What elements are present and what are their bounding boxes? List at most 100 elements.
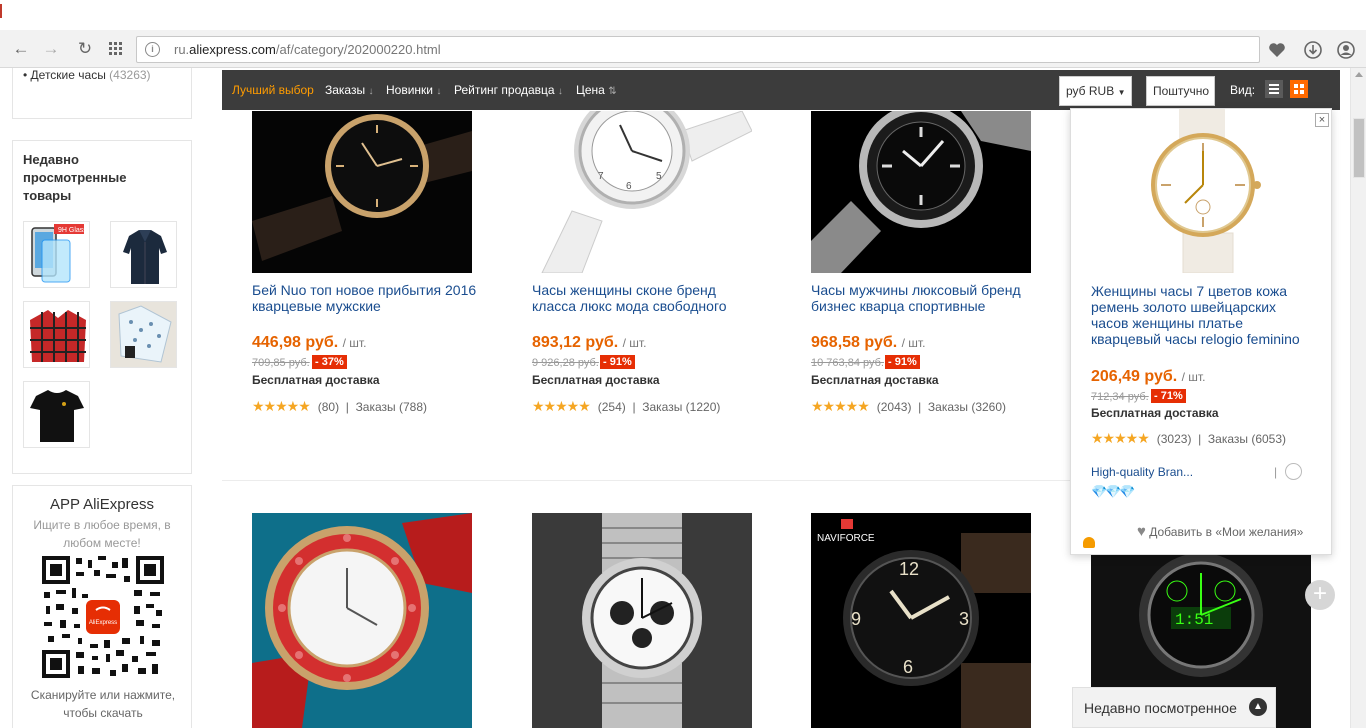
product-rating: ★★★★★ (3023) | Заказы (6053) [1091, 430, 1287, 446]
view-label: Вид: [1230, 83, 1256, 97]
app-title: APP AliExpress [50, 496, 154, 513]
separator: | [1274, 465, 1278, 479]
profile-icon[interactable] [1333, 37, 1359, 63]
recently-viewed-panel: Недавно просмотренные товары 9H Glass [12, 140, 192, 474]
product-title[interactable]: Часы мужчины люксовый бренд бизнес кварц… [811, 282, 1036, 314]
svg-text:3: 3 [959, 609, 969, 629]
recently-viewed-bar-label: Недавно посмотренное [1084, 700, 1237, 716]
view-mode-select[interactable]: Поштучно [1146, 76, 1215, 106]
orders-count[interactable]: Заказы (6053) [1208, 432, 1286, 446]
product-quickview-popup: × Женщины часы 7 цветов кожа ремень золо… [1070, 108, 1332, 555]
category-item-kids[interactable]: • Детские часы (43263) [23, 68, 151, 82]
recent-thumb-shirt-navy[interactable] [110, 221, 177, 288]
product-old-price: 9 926,28 руб. [532, 357, 599, 369]
recent-thumb-shirt-pattern[interactable] [110, 301, 177, 368]
discount-badge: - 91% [600, 355, 635, 369]
svg-text:9H Glass: 9H Glass [58, 227, 87, 234]
diamond-rating-icon: 💎💎💎 [1091, 484, 1136, 499]
product-image[interactable]: 6 7 5 [532, 111, 752, 273]
product-image[interactable] [252, 513, 472, 728]
app-subtitle: Ищите в любое время, в любом месте! [33, 518, 171, 550]
grid-view-icon[interactable] [1290, 80, 1308, 98]
apps-grid-icon[interactable] [105, 38, 127, 60]
category-list: • Детские часы (43263) [12, 68, 192, 119]
notification-icon[interactable] [1083, 537, 1095, 548]
star-rating-icon: ★★★★★ [252, 398, 311, 414]
store-link[interactable]: High-quality Bran... [1091, 465, 1193, 479]
sort-best-match[interactable]: Лучший выбор [232, 83, 314, 97]
svg-text:12: 12 [899, 559, 919, 579]
star-rating-icon: ★★★★★ [532, 398, 591, 414]
product-title[interactable]: Бей Nuo топ новое прибытия 2016 кварцевы… [252, 282, 477, 314]
product-price: 206,49 руб. / шт. [1091, 368, 1206, 385]
svg-text:6: 6 [903, 657, 913, 677]
shipping-label: Бесплатная доставка [811, 373, 939, 387]
chevron-up-icon[interactable]: ▲ [1249, 698, 1267, 716]
product-old-price: 709,85 руб. [252, 357, 310, 369]
page-scrollbar[interactable] [1350, 68, 1366, 728]
shipping-label: Бесплатная доставка [1091, 406, 1219, 420]
app-promo: APP AliExpress Ищите в любое время, в лю… [12, 485, 192, 728]
review-count[interactable]: (2043) [877, 400, 912, 414]
product-old-price: 712,34 руб. [1091, 391, 1149, 403]
forward-icon[interactable]: → [40, 38, 62, 60]
recently-viewed-bar[interactable]: Недавно посмотренное ▲ [1072, 687, 1276, 728]
product-image[interactable] [1091, 109, 1311, 273]
sort-arrow-icon: ↓ [557, 86, 563, 97]
recent-thumb-shirt-plaid[interactable] [23, 301, 90, 368]
list-view-icon[interactable] [1265, 80, 1283, 98]
orders-count[interactable]: Заказы (788) [356, 400, 427, 414]
product-image[interactable] [252, 111, 472, 273]
app-qr-code[interactable]: AliExpress [42, 556, 164, 678]
row-divider [222, 480, 1070, 481]
product-price: 446,98 руб. / шт. [252, 334, 367, 351]
sort-seller-rating[interactable]: Рейтинг продавца ↓ [454, 83, 563, 97]
product-image[interactable] [811, 111, 1031, 273]
download-icon[interactable] [1300, 37, 1326, 63]
chevron-down-icon: ▼ [1117, 88, 1126, 97]
chat-icon[interactable] [1285, 463, 1302, 480]
naviforce-brand-label: NAVIFORCE [817, 533, 875, 544]
product-image[interactable] [532, 513, 752, 728]
site-info-icon[interactable]: i [145, 42, 160, 57]
product-price: 968,58 руб. / шт. [811, 334, 926, 351]
back-icon[interactable]: ← [10, 38, 32, 60]
shipping-label: Бесплатная доставка [252, 373, 380, 387]
orders-count[interactable]: Заказы (1220) [642, 400, 720, 414]
discount-badge: - 71% [1151, 389, 1186, 403]
discount-badge: - 37% [312, 355, 347, 369]
svg-text:9: 9 [851, 609, 861, 629]
scrollbar-thumb[interactable] [1353, 118, 1365, 178]
close-icon[interactable]: × [1315, 113, 1329, 127]
review-count[interactable]: (80) [318, 400, 339, 414]
add-circle-icon[interactable]: + [1305, 580, 1335, 610]
product-title[interactable]: Часы женщины сконе бренд класса люкс мод… [532, 282, 757, 314]
sort-new[interactable]: Новинки ↓ [386, 83, 441, 97]
address-bar[interactable]: i ru.aliexpress.com/af/category/20200022… [136, 36, 1260, 63]
product-image[interactable]: NAVIFORCE 12 3 6 9 [811, 513, 1031, 728]
reload-icon[interactable]: ↻ [74, 38, 96, 60]
svg-text:1:51: 1:51 [1175, 611, 1213, 629]
sort-toolbar: Лучший выбор Заказы ↓ Новинки ↓ Рейтинг … [222, 70, 1340, 110]
svg-text:6: 6 [626, 181, 632, 192]
app-caption: Сканируйте или нажмите, чтобы скачать [30, 688, 176, 720]
url-text[interactable]: ru.aliexpress.com/af/category/202000220.… [174, 42, 441, 57]
sort-price[interactable]: Цена ⇅ [576, 83, 617, 97]
product-price: 893,12 руб. / шт. [532, 334, 647, 351]
orders-count[interactable]: Заказы (3260) [928, 400, 1006, 414]
currency-select[interactable]: руб RUB ▼ [1059, 76, 1132, 106]
recent-thumb-tshirt-black[interactable] [23, 381, 90, 448]
sort-arrow-icon: ↓ [436, 86, 442, 97]
recent-thumb-phone-glass[interactable]: 9H Glass [23, 221, 90, 288]
page-content: • Детские часы (43263) Недавно просмотре… [0, 68, 1350, 728]
qr-logo-text: AliExpress [89, 620, 117, 626]
heart-bookmark-icon[interactable] [1264, 37, 1290, 63]
product-title[interactable]: Женщины часы 7 цветов кожа ремень золото… [1091, 283, 1316, 347]
add-to-wishlist-button[interactable]: ♥ Добавить в «Мои желания» [1137, 523, 1303, 540]
product-rating: ★★★★★ (2043) | Заказы (3260) [811, 398, 1007, 414]
review-count[interactable]: (254) [598, 400, 626, 414]
scroll-up-icon[interactable] [1355, 72, 1363, 77]
sort-orders[interactable]: Заказы ↓ [325, 83, 373, 97]
review-count[interactable]: (3023) [1157, 432, 1192, 446]
tab-indicator [0, 4, 2, 18]
